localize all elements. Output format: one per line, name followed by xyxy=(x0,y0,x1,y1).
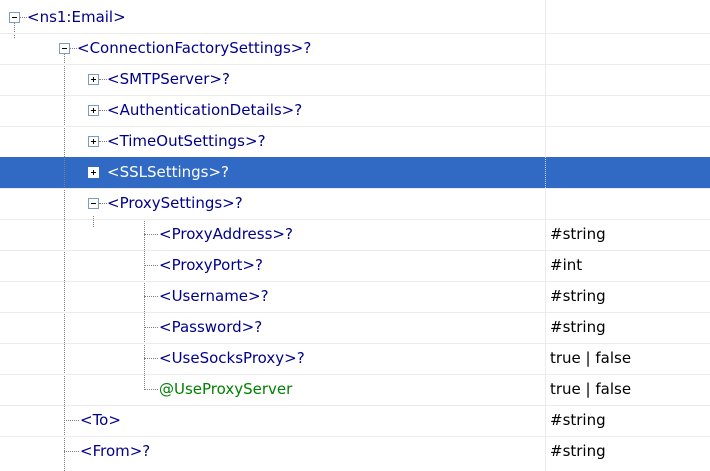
plus-box-icon[interactable] xyxy=(88,136,99,147)
node-label: <SMTPServer>? xyxy=(107,70,230,88)
tree-row-password[interactable]: <Password>? #string xyxy=(0,312,710,343)
row-divider xyxy=(0,343,710,344)
row-divider xyxy=(0,95,710,96)
tree-row-useproxyserver[interactable]: @UseProxyServer true | false xyxy=(0,374,710,405)
tree-row-timeoutsettings[interactable]: <TimeOutSettings>? xyxy=(0,126,710,157)
node-type: #string xyxy=(550,287,606,305)
tree-row-from[interactable]: <From>? #string xyxy=(0,436,710,467)
node-type: true | false xyxy=(550,380,632,398)
tree-connector xyxy=(64,451,79,452)
node-type: #string xyxy=(550,411,606,429)
tree-connector xyxy=(64,54,65,471)
tree-connector xyxy=(144,234,158,235)
node-type: #string xyxy=(550,442,606,460)
node-label: <Username>? xyxy=(159,287,269,305)
tree-connector xyxy=(70,48,77,49)
tree-connector xyxy=(144,389,158,390)
tree-connector xyxy=(144,265,158,266)
tree-row-connectionfactorysettings[interactable]: <ConnectionFactorySettings>? xyxy=(0,33,710,64)
node-label: <ProxyPort>? xyxy=(159,256,263,274)
node-type: #int xyxy=(550,256,583,274)
tree-connector xyxy=(93,216,94,227)
row-divider xyxy=(0,33,710,34)
node-label: <ProxySettings>? xyxy=(107,194,243,212)
row-divider xyxy=(0,219,710,220)
minus-box-icon[interactable] xyxy=(9,12,20,23)
tree-row-username[interactable]: <Username>? #string xyxy=(0,281,710,312)
schema-tree[interactable]: <ns1:Email> <ConnectionFactorySettings>?… xyxy=(0,0,710,471)
plus-box-icon[interactable] xyxy=(88,167,99,178)
tree-row-proxyaddress[interactable]: <ProxyAddress>? #string xyxy=(0,219,710,250)
selection-divider xyxy=(545,157,546,188)
row-divider xyxy=(0,250,710,251)
tree-connector xyxy=(99,141,107,142)
minus-box-icon[interactable] xyxy=(88,198,99,209)
tree-connector xyxy=(144,219,145,390)
node-label: <ProxyAddress>? xyxy=(159,225,293,243)
node-type: #string xyxy=(550,225,606,243)
node-label: <Password>? xyxy=(159,318,263,336)
tree-connector xyxy=(14,23,15,38)
node-type: #string xyxy=(550,318,606,336)
node-label: <UseSocksProxy>? xyxy=(159,349,305,367)
tree-connector xyxy=(99,79,107,80)
tree-connector xyxy=(144,358,158,359)
tree-connector xyxy=(64,420,79,421)
minus-box-icon[interactable] xyxy=(59,43,70,54)
tree-connector xyxy=(20,17,27,18)
row-divider xyxy=(0,126,710,127)
tree-row-smtpserver[interactable]: <SMTPServer>? xyxy=(0,64,710,95)
row-divider xyxy=(0,64,710,65)
node-label: <SSLSettings>? xyxy=(107,163,230,181)
tree-connector xyxy=(99,203,107,204)
plus-box-icon[interactable] xyxy=(88,74,99,85)
node-label: <ns1:Email> xyxy=(27,8,126,26)
row-divider xyxy=(0,312,710,313)
row-divider xyxy=(0,281,710,282)
row-divider xyxy=(0,374,710,375)
tree-connector xyxy=(144,296,158,297)
node-label: <From>? xyxy=(80,442,151,460)
tree-row-to[interactable]: <To> #string xyxy=(0,405,710,436)
tree-connector xyxy=(99,110,107,111)
tree-row-authenticationdetails[interactable]: <AuthenticationDetails>? xyxy=(0,95,710,126)
plus-box-icon[interactable] xyxy=(88,105,99,116)
node-label: <AuthenticationDetails>? xyxy=(107,101,303,119)
tree-row-proxysettings[interactable]: <ProxySettings>? xyxy=(0,188,710,219)
attribute-label: @UseProxyServer xyxy=(159,380,293,398)
tree-row-usesocksproxy[interactable]: <UseSocksProxy>? true | false xyxy=(0,343,710,374)
node-label: <ConnectionFactorySettings>? xyxy=(77,39,312,57)
row-divider xyxy=(0,188,710,189)
node-type: true | false xyxy=(550,349,632,367)
tree-connector xyxy=(144,327,158,328)
row-divider xyxy=(0,436,710,437)
row-divider xyxy=(0,405,710,406)
node-label: <To> xyxy=(80,411,121,429)
tree-row-proxyport[interactable]: <ProxyPort>? #int xyxy=(0,250,710,281)
tree-row-email[interactable]: <ns1:Email> xyxy=(0,2,710,33)
node-label: <TimeOutSettings>? xyxy=(107,132,266,150)
tree-row-sslsettings[interactable]: <SSLSettings>? xyxy=(0,157,710,188)
